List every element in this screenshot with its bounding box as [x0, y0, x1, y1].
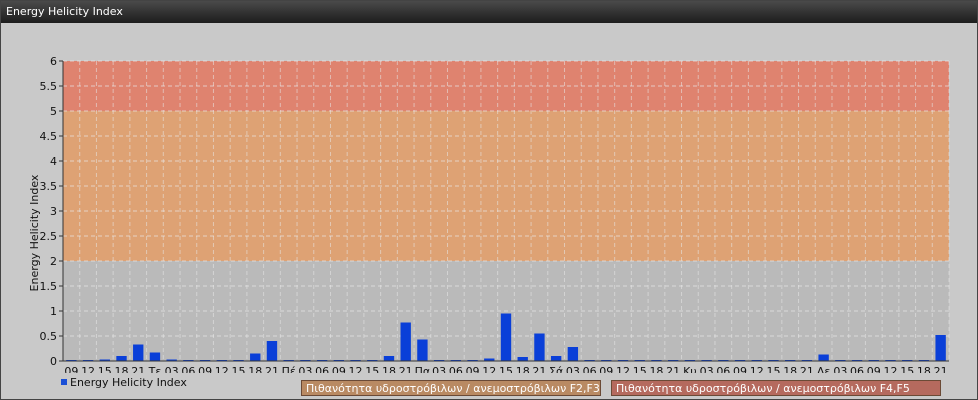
x-tick-label: 06 [449, 365, 463, 373]
x-tick-label: 21 [666, 365, 680, 373]
x-tick-label: 06 [583, 365, 597, 373]
x-tick-label: 12 [883, 365, 897, 373]
y-tick-label: 5 [50, 105, 57, 118]
x-tick-label: 18 [917, 365, 931, 373]
x-tick-label: 12 [616, 365, 630, 373]
y-axis-label: Energy Helicity Index [28, 174, 41, 291]
x-tick-label: 21 [399, 365, 413, 373]
x-tick-label: 15 [499, 365, 513, 373]
bar [567, 347, 579, 361]
x-tick-label: 15 [900, 365, 914, 373]
bar [133, 344, 144, 361]
x-tick-label: Πέ [282, 365, 296, 373]
x-tick-label: Σά [549, 365, 563, 373]
window-title: Energy Helicity Index [1, 1, 977, 23]
x-tick-label: 15 [98, 365, 112, 373]
y-tick-label: 6 [50, 55, 57, 68]
x-tick-label: 18 [382, 365, 396, 373]
x-tick-label: 21 [265, 365, 279, 373]
bar [400, 322, 411, 361]
x-tick-label: 12 [81, 365, 95, 373]
x-tick-label: 18 [115, 365, 129, 373]
bar [266, 341, 278, 361]
y-tick-label: 0.5 [40, 330, 58, 343]
bar [417, 339, 428, 361]
x-tick-label: Πα [415, 365, 431, 373]
y-tick-label: 4 [50, 155, 57, 168]
x-tick-label: 12 [349, 365, 363, 373]
bar [534, 333, 545, 361]
x-tick-label: 15 [232, 365, 246, 373]
x-tick-label: 12 [215, 365, 229, 373]
x-tick-label: 03 [432, 365, 446, 373]
legend-swatch [61, 379, 67, 385]
bar [500, 313, 512, 361]
x-tick-label: 21 [532, 365, 546, 373]
x-tick-label: 18 [649, 365, 663, 373]
legend-band-f4f5: Πιθανότητα υδροστρόβιλων / ανεμοστρόβιλω… [611, 380, 941, 396]
x-tick-label: 09 [64, 365, 78, 373]
y-tick-label: 3 [50, 205, 57, 218]
x-tick-label: 15 [633, 365, 647, 373]
x-tick-label: 18 [783, 365, 797, 373]
x-tick-label: 06 [315, 365, 329, 373]
x-tick-label: 12 [750, 365, 764, 373]
bar [383, 356, 395, 361]
x-tick-label: 03 [833, 365, 847, 373]
bar [149, 352, 161, 361]
y-tick-label: 3.5 [40, 180, 58, 193]
y-tick-label: 0 [50, 355, 57, 368]
x-tick-label: 09 [599, 365, 613, 373]
x-tick-label: 21 [131, 365, 145, 373]
legend-series: Energy Helicity Index [61, 376, 187, 389]
bar [517, 357, 528, 361]
chart-window: Energy Helicity Index 0 0.5 1 1.5 2 2.5 3 3.5 4 4… [0, 0, 978, 400]
x-tick-label: 03 [566, 365, 580, 373]
bar [935, 335, 946, 361]
x-tick-label: 03 [165, 365, 179, 373]
y-tick-label: 4.5 [40, 130, 58, 143]
x-tick-label: 09 [332, 365, 346, 373]
x-tick-label: 09 [867, 365, 881, 373]
x-tick-label: 03 [298, 365, 312, 373]
x-tick-label: 03 [700, 365, 714, 373]
x-tick-label: 18 [516, 365, 530, 373]
bar [550, 356, 562, 361]
y-tick-label: 2 [50, 255, 57, 268]
legend-band-f2f3: Πιθανότητα υδροστρόβιλων / ανεμοστρόβιλω… [301, 380, 601, 396]
y-tick-label: 1 [50, 305, 57, 318]
x-tick-label: Τε [148, 365, 162, 373]
x-tick-label: 09 [733, 365, 747, 373]
x-tick-label: 18 [248, 365, 262, 373]
x-tick-label: 09 [198, 365, 212, 373]
x-tick-label: 21 [800, 365, 814, 373]
bar [818, 354, 829, 361]
x-tick-label: Κυ [683, 365, 697, 373]
y-tick-label: 5.5 [40, 80, 58, 93]
x-tick-label: 15 [365, 365, 379, 373]
x-tick-label: 09 [466, 365, 480, 373]
x-tick-label: 12 [482, 365, 496, 373]
x-tick-label: 06 [716, 365, 730, 373]
x-tick-label: 06 [850, 365, 864, 373]
y-tick-label: 1.5 [40, 280, 58, 293]
bar [116, 356, 127, 361]
y-tick-label: 2.5 [40, 230, 58, 243]
x-tick-label: Δε [817, 365, 831, 373]
x-tick-label: 06 [181, 365, 195, 373]
x-tick-label: 21 [934, 365, 948, 373]
ehi-chart: 00.511.522.533.544.555.56 09 12 15 18 21 Τε 03… [28, 55, 950, 373]
legend-series-label: Energy Helicity Index [70, 376, 187, 389]
x-tick-label: 15 [766, 365, 780, 373]
bar [250, 353, 261, 361]
